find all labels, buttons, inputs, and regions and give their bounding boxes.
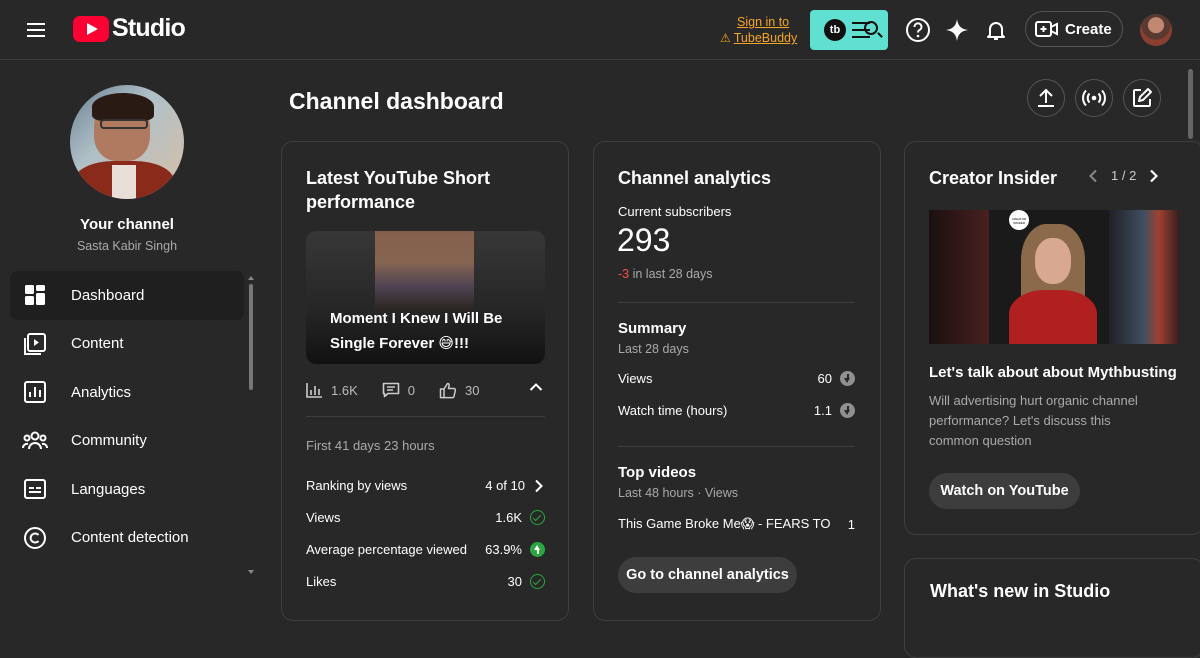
search-icon <box>864 21 878 35</box>
sidebar-item-label: Analytics <box>71 383 132 401</box>
arrow-down-circle-icon <box>840 403 855 418</box>
video-add-icon <box>1035 21 1058 37</box>
short-period: First 41 days 23 hours <box>306 438 435 453</box>
tubebuddy-signin-link[interactable]: Sign in to ⚠ TubeBuddy <box>720 14 797 46</box>
sparkle-icon[interactable] <box>943 16 971 44</box>
channel-name: Sasta Kabir Singh <box>76 239 178 253</box>
channel-analytics-card: Channel analytics Current subscribers 29… <box>593 141 881 621</box>
divider <box>618 446 855 447</box>
go-to-analytics-button[interactable]: Go to channel analytics <box>618 557 797 593</box>
channel-avatar[interactable] <box>70 85 184 199</box>
sidebar-item-label: Dashboard <box>71 286 145 304</box>
bar-chart-icon <box>306 383 322 398</box>
short-stats-row: 1.6K 0 30 <box>306 378 545 402</box>
summary-period: Last 28 days <box>618 342 689 356</box>
notifications-bell-icon[interactable] <box>982 16 1010 44</box>
main-scrollbar[interactable] <box>1185 61 1195 596</box>
community-icon <box>22 428 48 454</box>
live-stream-icon[interactable] <box>1075 79 1113 117</box>
create-post-icon[interactable] <box>1123 79 1161 117</box>
check-circle-icon <box>530 510 545 525</box>
short-thumbnail[interactable]: Moment I Knew I Will Be Single Forever 😅… <box>306 231 545 364</box>
latest-short-card: Latest YouTube Short performance Moment … <box>281 141 569 621</box>
subscribers-label: Current subscribers <box>618 204 732 219</box>
subtitles-icon <box>22 476 48 502</box>
card-title: Creator Insider <box>929 168 1058 188</box>
insider-video-thumbnail[interactable]: CREATOR INSIDER <box>929 210 1180 344</box>
content-icon <box>22 331 48 357</box>
insider-video-title[interactable]: Let's talk about about Mythbusting <box>929 364 1177 381</box>
subscribers-change: -3 in last 28 days <box>618 267 713 281</box>
likes-row: Likes 30 <box>306 574 545 589</box>
sidebar: Your channel Sasta Kabir Singh Dashboard… <box>0 61 256 596</box>
chevron-right-icon <box>535 479 543 492</box>
top-bar: Studio Sign in to ⚠ TubeBuddy tb Create <box>0 0 1200 60</box>
creator-insider-logo: CREATOR INSIDER <box>1009 210 1029 230</box>
dashboard-icon <box>22 282 48 308</box>
summary-title: Summary <box>618 320 687 337</box>
sidebar-item-label: Community <box>71 432 147 450</box>
sidebar-item-content[interactable]: Content <box>0 320 256 369</box>
whats-new-card: What's new in Studio <box>904 558 1200 658</box>
youtube-play-icon <box>73 15 109 42</box>
create-button[interactable]: Create <box>1025 11 1123 47</box>
card-title: Latest YouTube Short performance <box>306 168 491 212</box>
avg-viewed-row: Average percentage viewed 63.9% <box>306 542 545 557</box>
subscribers-count: 293 <box>617 222 671 258</box>
hamburger-menu-icon[interactable] <box>24 18 48 42</box>
arrow-down-circle-icon <box>840 371 855 386</box>
check-circle-icon <box>530 574 545 589</box>
comments-stat: 0 <box>382 382 415 398</box>
creator-insider-card: Creator Insider 1 / 2 CREATOR INSIDER Le… <box>904 141 1200 535</box>
main-content: Channel dashboard Latest YouTube Short p… <box>256 61 1200 658</box>
studio-logo[interactable]: Studio <box>73 14 186 43</box>
summary-watchtime-row: Watch time (hours) 1.1 <box>618 403 855 418</box>
copyright-icon <box>22 525 48 551</box>
chevron-right-icon[interactable] <box>1148 169 1160 183</box>
sidebar-item-label: Languages <box>71 480 146 498</box>
sidebar-item-content-detection[interactable]: Content detection <box>0 514 256 563</box>
sidebar-item-languages[interactable]: Languages <box>0 465 256 514</box>
logo-text: Studio <box>112 14 186 42</box>
help-icon[interactable] <box>904 16 932 44</box>
summary-views-row: Views 60 <box>618 371 855 386</box>
likes-stat: 30 <box>439 382 479 399</box>
page-title: Channel dashboard <box>289 88 504 114</box>
chevron-up-icon[interactable] <box>529 382 543 392</box>
tubebuddy-logo-icon: tb <box>824 19 846 41</box>
tubebuddy-button[interactable]: tb <box>810 10 888 50</box>
card-title: What's new in Studio <box>930 581 1111 601</box>
views-row: Views 1.6K <box>306 510 545 525</box>
sidebar-scrollbar[interactable] <box>247 274 254 574</box>
watch-on-youtube-button[interactable]: Watch on YouTube <box>929 473 1080 509</box>
insider-video-desc: Will advertising hurt organic channel pe… <box>929 393 1138 448</box>
sidebar-item-label: Content detection <box>71 529 189 547</box>
account-avatar[interactable] <box>1140 14 1172 46</box>
warning-icon: ⚠ <box>720 31 731 45</box>
top-videos-title: Top videos <box>618 464 697 481</box>
divider <box>306 416 545 417</box>
divider <box>618 302 855 303</box>
short-caption: Moment I Knew I Will Be Single Forever 😅… <box>330 310 503 352</box>
views-stat: 1.6K <box>306 382 358 398</box>
ranking-row[interactable]: Ranking by views 4 of 10 <box>306 478 545 493</box>
your-channel-label: Your channel <box>80 216 174 233</box>
sidebar-item-analytics[interactable]: Analytics <box>0 368 256 417</box>
sidebar-nav: Dashboard Content Analytics Community La… <box>0 271 256 562</box>
upload-icon[interactable] <box>1027 79 1065 117</box>
arrow-up-circle-icon <box>530 542 545 557</box>
analytics-icon <box>22 379 48 405</box>
comment-icon <box>382 382 400 398</box>
sidebar-item-dashboard[interactable]: Dashboard <box>10 271 244 320</box>
thumbs-up-icon <box>439 382 457 398</box>
sidebar-item-label: Content <box>71 335 124 353</box>
sidebar-item-community[interactable]: Community <box>0 417 256 466</box>
insider-pager: 1 / 2 <box>1087 168 1160 183</box>
card-title: Channel analytics <box>618 168 772 188</box>
top-videos-period: Last 48 hours · Views <box>618 486 738 500</box>
top-video-row[interactable]: This Game Broke Me😱 - FEARS TO ... 1 <box>618 516 855 532</box>
chevron-left-icon[interactable] <box>1087 169 1099 183</box>
